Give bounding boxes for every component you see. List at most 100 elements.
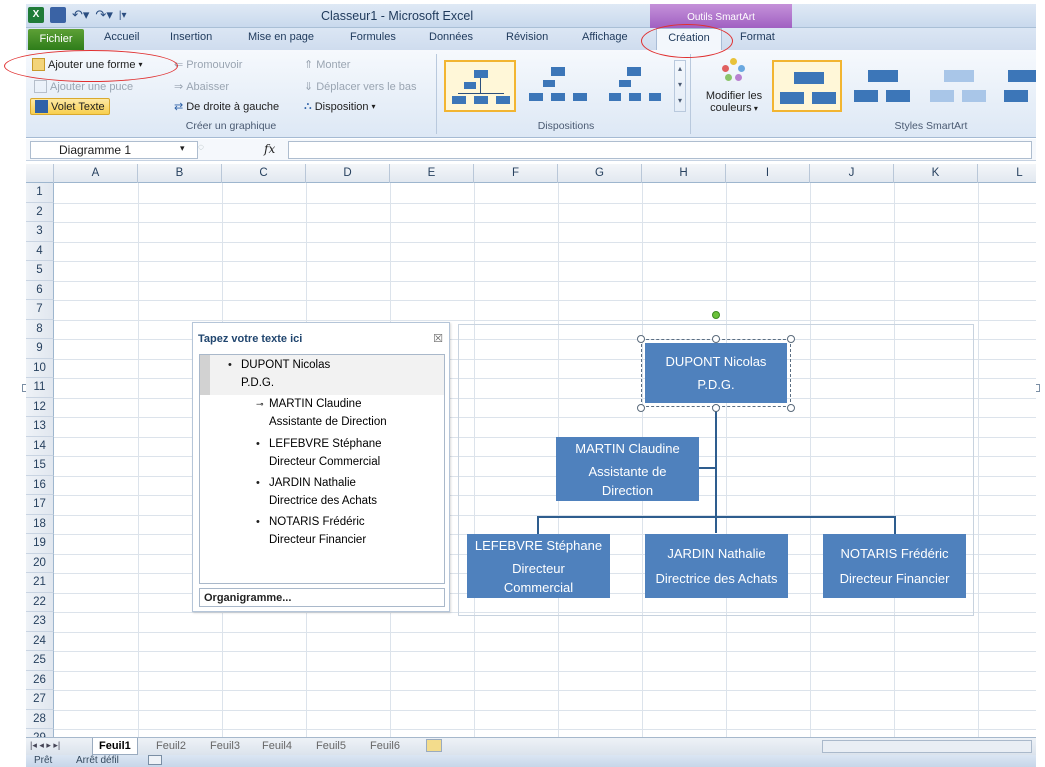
column-header[interactable]: J [810, 164, 894, 183]
text-pane-item-5-role[interactable]: Directeur Financier [269, 534, 366, 546]
resize-handle[interactable] [637, 335, 645, 343]
text-pane-item-4-name[interactable]: JARDIN Nathalie [269, 477, 356, 489]
select-all-corner[interactable] [26, 164, 54, 183]
tab-mise-en-page[interactable]: Mise en page [248, 31, 314, 43]
text-pane-item-3-role[interactable]: Directeur Commercial [269, 456, 380, 468]
org-box-sub-3[interactable]: NOTARIS Frédéric Directeur Financier [823, 534, 966, 598]
macro-record-icon[interactable] [148, 755, 162, 765]
resize-handle[interactable] [787, 404, 795, 412]
style-thumbnail-3[interactable] [924, 60, 994, 112]
row-header[interactable]: 18 [26, 514, 54, 534]
row-header[interactable]: 26 [26, 670, 54, 690]
row-header[interactable]: 19 [26, 534, 54, 554]
row-header[interactable]: 2 [26, 202, 54, 222]
name-box[interactable]: Diagramme 1 [30, 141, 198, 159]
right-to-left-button[interactable]: ⇄ De droite à gauche [174, 100, 279, 114]
org-box-sub-1[interactable]: LEFEBVRE Stéphane Directeur Commercial [467, 534, 610, 598]
column-header[interactable]: L [978, 164, 1036, 183]
layout-thumbnail-3[interactable] [600, 60, 672, 112]
row-header[interactable]: 28 [26, 709, 54, 729]
text-pane-item-1-name[interactable]: DUPONT Nicolas [241, 359, 330, 371]
formula-input[interactable] [288, 141, 1032, 159]
tab-affichage[interactable]: Affichage [582, 31, 628, 43]
row-header[interactable]: 12 [26, 397, 54, 417]
sheet-tab-feuil6[interactable]: Feuil6 [370, 738, 400, 755]
column-header[interactable]: H [642, 164, 726, 183]
text-pane-footer-link[interactable]: Organigramme... [199, 588, 445, 607]
row-header[interactable]: 5 [26, 261, 54, 281]
text-pane-item-2-name[interactable]: MARTIN Claudine [269, 398, 361, 410]
tab-formules[interactable]: Formules [350, 31, 396, 43]
resize-handle[interactable] [787, 335, 795, 343]
sheet-tab-feuil4[interactable]: Feuil4 [262, 738, 292, 755]
move-down-button[interactable]: ⇓ Déplacer vers le bas [304, 80, 417, 94]
text-pane-list[interactable]: • DUPONT Nicolas P.D.G. ⊸ MARTIN Claudin… [199, 354, 445, 584]
column-header[interactable]: F [474, 164, 558, 183]
row-header[interactable]: 3 [26, 222, 54, 242]
row-header[interactable]: 1 [26, 183, 54, 203]
rotate-handle-icon[interactable] [712, 311, 720, 319]
column-header[interactable]: I [726, 164, 810, 183]
row-header[interactable]: 10 [26, 358, 54, 378]
column-header[interactable]: A [54, 164, 138, 183]
row-header[interactable]: 13 [26, 417, 54, 437]
resize-handle[interactable] [712, 404, 720, 412]
smartart-text-pane[interactable]: Tapez votre texte ici ☒ • DUPONT Nicolas… [192, 322, 450, 612]
sheet-tab-feuil5[interactable]: Feuil5 [316, 738, 346, 755]
column-header[interactable]: K [894, 164, 978, 183]
sheet-tab-feuil3[interactable]: Feuil3 [210, 738, 240, 755]
horizontal-scrollbar[interactable] [822, 740, 1032, 753]
excel-icon[interactable]: X [28, 7, 44, 23]
close-icon[interactable]: ☒ [433, 332, 443, 345]
column-header[interactable]: G [558, 164, 642, 183]
column-header[interactable]: E [390, 164, 474, 183]
text-pane-item-1-role[interactable]: P.D.G. [241, 377, 274, 389]
text-pane-item-4-role[interactable]: Directrice des Achats [269, 495, 377, 507]
row-header[interactable]: 6 [26, 280, 54, 300]
sheet-nav-first-icon[interactable]: |◂ ◂ ▸ ▸| [30, 740, 60, 751]
row-header[interactable]: 9 [26, 339, 54, 359]
text-pane-item-3-name[interactable]: LEFEBVRE Stéphane [269, 438, 382, 450]
row-header[interactable]: 21 [26, 573, 54, 593]
resize-handle[interactable] [637, 404, 645, 412]
org-box-top[interactable]: DUPONT Nicolas P.D.G. [645, 343, 787, 403]
row-header[interactable]: 17 [26, 495, 54, 515]
layout-thumbnail-1[interactable] [444, 60, 516, 112]
layouts-scroll[interactable]: ▴ ▾ ▾ [674, 60, 686, 112]
tab-revision[interactable]: Révision [506, 31, 548, 43]
column-header[interactable]: B [138, 164, 222, 183]
row-header[interactable]: 15 [26, 456, 54, 476]
tab-donnees[interactable]: Données [429, 31, 473, 43]
column-header[interactable]: C [222, 164, 306, 183]
org-box-sub-2[interactable]: JARDIN Nathalie Directrice des Achats [645, 534, 788, 598]
layout-thumbnail-2[interactable] [522, 60, 594, 112]
redo-icon[interactable]: ↷▾ [95, 7, 112, 23]
promote-button[interactable]: ⇐ Promouvoir [174, 58, 242, 72]
style-thumbnail-2[interactable] [848, 60, 918, 112]
sheet-tab-feuil2[interactable]: Feuil2 [156, 738, 186, 755]
row-header[interactable]: 23 [26, 612, 54, 632]
row-header[interactable]: 11 [26, 378, 54, 398]
row-header[interactable]: 25 [26, 651, 54, 671]
smartart-diagram[interactable]: DUPONT Nicolas P.D.G. MARTIN Claudine As… [458, 311, 974, 616]
name-box-dropdown-icon[interactable]: ▾ [180, 143, 185, 154]
text-pane-button[interactable]: Volet Texte [30, 98, 110, 115]
insert-sheet-icon[interactable] [426, 739, 442, 752]
row-header[interactable]: 27 [26, 690, 54, 710]
tab-insertion[interactable]: Insertion [170, 31, 212, 43]
row-header[interactable]: 4 [26, 241, 54, 261]
save-icon[interactable] [50, 7, 66, 23]
column-header[interactable]: D [306, 164, 390, 183]
text-pane-item-2-role[interactable]: Assistante de Direction [269, 416, 387, 428]
style-thumbnail-1[interactable] [772, 60, 842, 112]
org-box-assistant[interactable]: MARTIN Claudine Assistante de Direction [556, 437, 699, 501]
row-header[interactable]: 16 [26, 475, 54, 495]
text-pane-item-5-name[interactable]: NOTARIS Frédéric [269, 516, 365, 528]
row-header[interactable]: 14 [26, 436, 54, 456]
change-colors-button[interactable]: Modifier les couleurs ▾ [696, 56, 772, 118]
tab-accueil[interactable]: Accueil [104, 31, 139, 43]
row-header[interactable]: 7 [26, 300, 54, 320]
layout-button[interactable]: ⛬ Disposition ▾ [304, 100, 376, 113]
style-thumbnail-4[interactable] [1000, 60, 1036, 112]
tab-format[interactable]: Format [740, 31, 775, 43]
